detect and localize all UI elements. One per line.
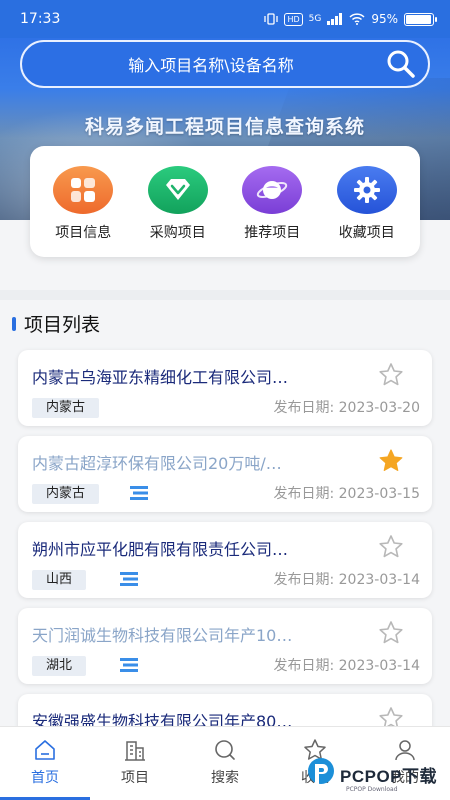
watermark: PCPOP下载 PCPOP Download xyxy=(306,752,450,796)
list-icon xyxy=(130,486,148,500)
signal-icon xyxy=(327,13,343,25)
battery-level xyxy=(406,14,431,24)
project-name: 内蒙古超淳环保有限公司20万吨/… xyxy=(32,454,282,473)
nav-item-home[interactable]: 首页 xyxy=(0,727,90,800)
nav-label: 首页 xyxy=(31,770,59,786)
star-outline-icon[interactable] xyxy=(378,534,404,560)
search-button[interactable] xyxy=(374,42,428,86)
publish-date: 发布日期: 2023-03-14 xyxy=(273,658,420,674)
status-time: 17:33 xyxy=(20,11,61,27)
grid-icon xyxy=(71,178,96,202)
building-icon xyxy=(125,741,145,761)
project-card[interactable]: 朔州市应平化肥有限有限责任公司… 山西 发布日期: 2023-03-14 xyxy=(18,522,432,598)
battery-percent: 95% xyxy=(371,12,398,26)
project-card[interactable]: 内蒙古超淳环保有限公司20万吨/… 内蒙古 发布日期: 2023-03-15 xyxy=(18,436,432,512)
publish-date: 发布日期: 2023-03-20 xyxy=(273,400,420,416)
section-divider xyxy=(0,290,450,300)
region-tag: 湖北 xyxy=(32,656,87,676)
status-icons: HD 5G 95% xyxy=(264,12,437,26)
project-card[interactable]: 内蒙古乌海亚东精细化工有限公司… 内蒙古 发布日期: 2023-03-20 xyxy=(18,350,432,426)
project-name: 内蒙古乌海亚东精细化工有限公司… xyxy=(32,368,289,387)
heading-marker xyxy=(12,316,16,331)
quick-item-project-info[interactable]: 项目信息 xyxy=(38,166,128,257)
planet-icon xyxy=(257,181,288,199)
nav-label: 搜索 xyxy=(211,770,239,786)
nav-label: 项目 xyxy=(121,770,149,786)
quick-label: 采购项目 xyxy=(149,225,206,241)
quick-label: 推荐项目 xyxy=(244,225,301,241)
watermark-logo xyxy=(308,758,334,786)
search-icon xyxy=(215,740,235,760)
diamond-icon xyxy=(165,179,190,200)
search-bar[interactable]: 输入项目名称\设备名称 xyxy=(20,40,430,88)
nav-item-projects[interactable]: 项目 xyxy=(90,727,180,800)
project-name: 天门润诚生物科技有限公司年产10… xyxy=(32,626,293,645)
search-input[interactable]: 输入项目名称\设备名称 xyxy=(22,52,374,76)
quick-label: 收藏项目 xyxy=(338,225,395,241)
quick-label: 项目信息 xyxy=(55,225,112,241)
quick-icon-bg xyxy=(242,166,303,214)
status-bar: 17:33 HD 5G 95% xyxy=(0,0,450,38)
wifi-icon xyxy=(349,13,365,25)
list-icon xyxy=(120,658,138,672)
gear-icon xyxy=(353,177,380,203)
quick-item-procurement[interactable]: 采购项目 xyxy=(133,166,223,257)
region-tag: 山西 xyxy=(32,570,87,590)
quick-item-recommended[interactable]: 推荐项目 xyxy=(227,166,317,257)
project-name: 朔州市应平化肥有限有限责任公司… xyxy=(32,540,289,559)
project-card[interactable]: 天门润诚生物科技有限公司年产10… 湖北 发布日期: 2023-03-14 xyxy=(18,608,432,684)
quick-menu: 项目信息 采购项目 推荐项目 收藏项目 xyxy=(30,146,420,257)
app-title: 科易多闻工程项目信息查询系统 xyxy=(84,116,365,138)
search-icon xyxy=(387,50,415,78)
home-icon xyxy=(35,740,55,760)
quick-icon-bg xyxy=(336,166,397,214)
watermark-subtext: PCPOP Download xyxy=(346,786,398,793)
quick-icon-bg xyxy=(53,166,114,214)
quick-item-favorites[interactable]: 收藏项目 xyxy=(322,166,412,257)
vibrate-icon xyxy=(264,13,279,25)
hd-chip: HD xyxy=(284,12,303,26)
region-tag: 内蒙古 xyxy=(32,398,100,418)
network-label: 5G xyxy=(308,14,322,24)
quick-icon-bg xyxy=(147,166,208,214)
publish-date: 发布日期: 2023-03-15 xyxy=(273,486,420,502)
region-tag: 内蒙古 xyxy=(32,484,100,504)
watermark-text: PCPOP下载 xyxy=(340,766,438,786)
list-heading: 项目列表 xyxy=(12,310,100,337)
star-outline-icon[interactable] xyxy=(378,362,404,388)
star-filled-icon[interactable] xyxy=(378,448,404,474)
list-title: 项目列表 xyxy=(24,314,101,336)
list-icon xyxy=(120,572,138,586)
publish-date: 发布日期: 2023-03-14 xyxy=(273,572,420,588)
battery-icon xyxy=(404,12,437,26)
nav-item-search[interactable]: 搜索 xyxy=(180,727,270,800)
star-outline-icon[interactable] xyxy=(378,620,404,646)
